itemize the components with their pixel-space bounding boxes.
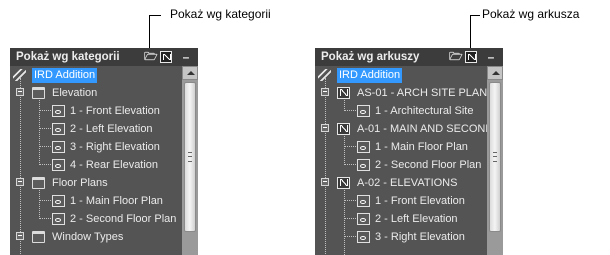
tree-item-label: 2 - Left Elevation xyxy=(70,123,153,135)
callout-label-right: Pokaż wg arkusza xyxy=(482,7,580,21)
folder-icon xyxy=(32,231,45,243)
tree-group[interactable]: Floor Plans xyxy=(10,174,182,192)
tree-item[interactable]: 1 - Main Floor Plan xyxy=(10,192,182,210)
collapse-toggle-icon[interactable] xyxy=(321,124,329,132)
tree-item[interactable]: 1 - Front Elevation xyxy=(315,192,487,210)
tree-group-label: Window Types xyxy=(52,231,124,243)
tree-item-label: 2 - Left Elevation xyxy=(375,213,458,225)
scrollbar-thumb[interactable] xyxy=(184,82,196,232)
tree-root[interactable]: IRD Addition xyxy=(315,66,487,84)
sheet-toggle-icon[interactable] xyxy=(160,51,172,63)
elevation-view-icon xyxy=(52,159,65,171)
grip-icon xyxy=(493,152,497,162)
sheet-icon xyxy=(337,123,350,135)
tree-item-label: 3 - Right Elevation xyxy=(70,141,160,153)
elevation-view-icon xyxy=(52,105,65,117)
tree-item-label: 1 - Main Floor Plan xyxy=(375,141,468,153)
project-root-icon xyxy=(13,69,26,81)
tree-group-label: AS-01 - ARCH SITE PLAN xyxy=(357,87,487,99)
view-icon xyxy=(357,195,370,207)
project-root-icon xyxy=(318,69,331,81)
elevation-view-icon xyxy=(52,141,65,153)
sheet-icon xyxy=(337,87,350,99)
floor-plan-view-icon xyxy=(52,213,65,225)
vertical-scrollbar[interactable] xyxy=(487,66,503,255)
callout-line-left-horizontal xyxy=(149,15,161,16)
tree-group[interactable]: A-02 - ELEVATIONS xyxy=(315,174,487,192)
grip-icon xyxy=(188,152,192,162)
elevation-view-icon xyxy=(52,123,65,135)
tree-item[interactable]: 2 - Second Floor Plan xyxy=(10,210,182,228)
tree-item-label: 3 - Right Elevation xyxy=(375,231,465,243)
tree-group[interactable]: A-01 - MAIN AND SECOND xyxy=(315,120,487,138)
tree-item[interactable]: 4 - Rear Elevation xyxy=(10,156,182,174)
tree-group[interactable]: Window Types xyxy=(10,228,182,246)
collapse-toggle-icon[interactable] xyxy=(321,88,329,96)
tree-group-label: A-02 - ELEVATIONS xyxy=(357,177,458,189)
tree-item[interactable]: 3 - Right Elevation xyxy=(315,228,487,246)
tree-item-label: 4 - Rear Elevation xyxy=(70,159,159,171)
view-icon xyxy=(357,105,370,117)
tree-item-label: 2 - Second Floor Plan xyxy=(375,159,482,171)
tree-item[interactable]: 2 - Left Elevation xyxy=(315,210,487,228)
folder-icon xyxy=(32,87,45,99)
folder-icon[interactable]: 🗁 xyxy=(449,51,463,63)
tree-item-label: 1 - Front Elevation xyxy=(70,105,160,117)
panel-title: Pokaż wg arkuszy xyxy=(321,51,420,63)
view-icon xyxy=(357,213,370,225)
tree-item[interactable]: 2 - Second Floor Plan xyxy=(315,156,487,174)
tree-item-label: 1 - Main Floor Plan xyxy=(70,195,163,207)
tree-item-label: 2 - Second Floor Plan xyxy=(70,213,177,225)
folder-icon xyxy=(32,177,45,189)
tree-root[interactable]: IRD Addition xyxy=(10,66,182,84)
tree-group[interactable]: AS-01 - ARCH SITE PLAN xyxy=(315,84,487,102)
vertical-scrollbar[interactable] xyxy=(182,66,198,255)
tree-item-label: 1 - Architectural Site xyxy=(375,105,474,117)
callout-line-left-vertical xyxy=(149,15,150,48)
callout-label-left: Pokaż wg kategorii xyxy=(170,7,271,21)
minimize-icon[interactable]: – xyxy=(180,51,192,63)
panel-header: Pokaż wg kategorii 🗁 – xyxy=(10,48,198,66)
folder-icon[interactable]: 🗁 xyxy=(144,51,158,63)
callout-line-right-horizontal xyxy=(470,15,480,16)
sheet-toggle-icon[interactable] xyxy=(465,51,477,63)
collapse-toggle-icon[interactable] xyxy=(16,88,24,96)
browser-panel-sheet: Pokaż wg arkuszy 🗁 – IRD Addition AS-01 … xyxy=(315,48,503,255)
callout-line-right-vertical xyxy=(470,15,471,48)
view-icon xyxy=(357,159,370,171)
floor-plan-view-icon xyxy=(52,195,65,207)
tree-root-label: IRD Addition xyxy=(32,68,98,83)
tree-root-label: IRD Addition xyxy=(337,68,403,83)
tree-item[interactable]: 2 - Left Elevation xyxy=(10,120,182,138)
panel-title: Pokaż wg kategorii xyxy=(16,51,120,63)
project-tree: IRD Addition Elevation 1 - Front Elevati… xyxy=(10,66,182,255)
tree-item-label: 1 - Front Elevation xyxy=(375,195,465,207)
tree-item[interactable]: 1 - Main Floor Plan xyxy=(315,138,487,156)
project-tree: IRD Addition AS-01 - ARCH SITE PLAN 1 - … xyxy=(315,66,487,255)
tree-item[interactable]: 1 - Architectural Site xyxy=(315,102,487,120)
scroll-up-arrow-icon[interactable] xyxy=(487,66,503,80)
tree-item[interactable]: 3 - Right Elevation xyxy=(10,138,182,156)
view-icon xyxy=(357,141,370,153)
tree-group[interactable]: Elevation xyxy=(10,84,182,102)
tree-group-label: Elevation xyxy=(52,87,98,99)
panel-header: Pokaż wg arkuszy 🗁 – xyxy=(315,48,503,66)
scroll-up-arrow-icon[interactable] xyxy=(182,66,198,80)
tree-group-label: Floor Plans xyxy=(52,177,108,189)
collapse-toggle-icon[interactable] xyxy=(321,178,329,186)
collapse-toggle-icon[interactable] xyxy=(16,178,24,186)
sheet-icon xyxy=(337,177,350,189)
browser-panel-category: Pokaż wg kategorii 🗁 – IRD Addition Elev… xyxy=(10,48,198,255)
collapse-toggle-icon[interactable] xyxy=(16,232,24,240)
tree-item[interactable]: 1 - Front Elevation xyxy=(10,102,182,120)
scrollbar-thumb[interactable] xyxy=(489,82,501,232)
view-icon xyxy=(357,231,370,243)
tree-group-label: A-01 - MAIN AND SECOND xyxy=(357,123,487,135)
minimize-icon[interactable]: – xyxy=(485,51,497,63)
